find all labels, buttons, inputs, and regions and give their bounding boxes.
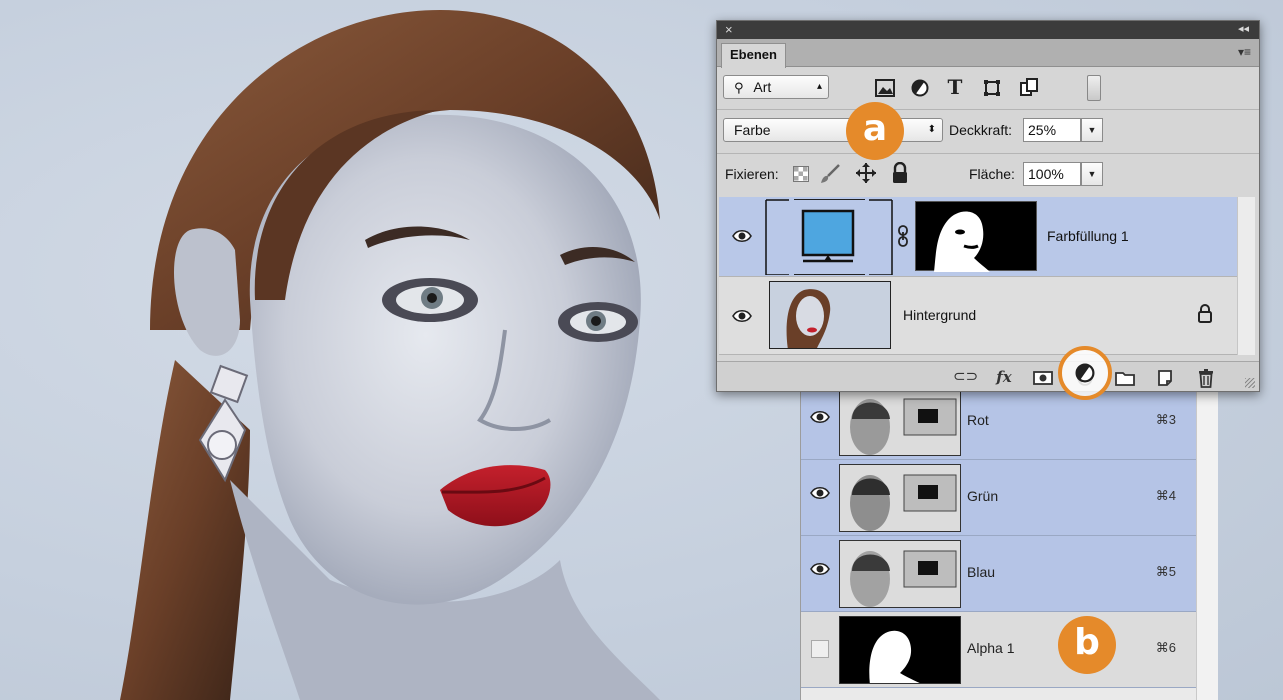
fill-input[interactable]: 100% <box>1023 162 1081 186</box>
callout-b: b <box>1058 616 1116 674</box>
channel-thumbnail <box>839 540 961 608</box>
layer-name[interactable]: Hintergrund <box>903 307 976 323</box>
eye-icon[interactable] <box>809 558 831 580</box>
new-adjustment-layer-icon-highlighted[interactable] <box>1075 363 1095 383</box>
channel-thumbnail <box>839 464 961 532</box>
visibility-checkbox[interactable] <box>811 640 829 658</box>
panel-menu-icon[interactable]: ▾≡ <box>1238 45 1251 59</box>
shape-filter-icon[interactable] <box>983 79 1001 97</box>
background-layer-thumbnail[interactable] <box>769 281 891 349</box>
search-icon: ⚲ <box>734 80 744 95</box>
updown-arrow-icon: ▴ <box>816 81 822 92</box>
filter-kind-value: Art <box>753 79 772 95</box>
divider <box>717 153 1259 154</box>
layers-list: Farbfüllung 1 Hintergrund <box>719 197 1255 355</box>
eye-icon[interactable] <box>809 406 831 428</box>
channel-name: Grün <box>967 488 999 504</box>
channel-thumbnail <box>839 388 961 456</box>
smart-object-filter-icon[interactable] <box>1019 77 1039 97</box>
opacity-label: Deckkraft: <box>949 122 1013 138</box>
channel-shortcut: ⌘6 <box>1155 640 1176 655</box>
tab-ebenen[interactable]: Ebenen <box>721 43 786 68</box>
mask-link-chain-icon[interactable] <box>897 225 909 247</box>
lock-all-icon[interactable] <box>891 162 909 184</box>
blend-mode-select[interactable]: Farbe ⬍ <box>723 118 943 142</box>
layers-panel: × ◂◂ Ebenen ▾≡ ⚲ Art ▴ T Farbe ⬍ Deckkra… <box>716 20 1260 392</box>
eye-icon[interactable] <box>731 305 753 327</box>
lock-label: Fixieren: <box>725 166 779 182</box>
panel-titlebar: × ◂◂ <box>717 21 1259 39</box>
channel-shortcut: ⌘4 <box>1155 488 1176 503</box>
close-icon[interactable]: × <box>725 22 733 37</box>
channel-thumbnail <box>839 616 961 684</box>
channel-name: Rot <box>967 412 989 428</box>
layer-row-hintergrund[interactable]: Hintergrund <box>719 277 1239 355</box>
channel-shortcut: ⌘3 <box>1155 412 1176 427</box>
layers-scrollbar[interactable] <box>1237 197 1255 355</box>
layer-name[interactable]: Farbfüllung 1 <box>1047 228 1129 244</box>
add-mask-icon[interactable] <box>1033 371 1053 385</box>
fill-layer-thumbnail[interactable] <box>765 199 893 275</box>
channel-row-rot[interactable]: Rot ⌘3 <box>801 384 1196 460</box>
resize-grip[interactable] <box>1245 378 1255 388</box>
fx-effects-icon[interactable]: fx <box>993 367 1015 387</box>
blend-mode-value: Farbe <box>734 122 771 138</box>
callout-a: a <box>846 102 904 160</box>
pixel-filter-icon[interactable] <box>875 79 895 97</box>
link-layers-icon[interactable]: ⊂⊃ <box>953 367 978 387</box>
delete-trash-icon[interactable] <box>1197 368 1215 388</box>
highlight-ring <box>1058 346 1112 400</box>
lock-icon <box>1198 304 1212 323</box>
channel-row-gruen[interactable]: Grün ⌘4 <box>801 460 1196 536</box>
new-layer-icon[interactable] <box>1157 369 1173 387</box>
opacity-dropdown-button[interactable]: ▼ <box>1081 118 1103 142</box>
channel-name: Alpha 1 <box>967 640 1015 656</box>
channel-name: Blau <box>967 564 996 580</box>
panel-footer: ⊂⊃ fx <box>717 361 1259 391</box>
channel-row-blau[interactable]: Blau ⌘5 <box>801 536 1196 612</box>
lock-position-move-icon[interactable] <box>855 162 877 184</box>
channel-shortcut: ⌘5 <box>1155 564 1176 579</box>
type-filter-icon[interactable]: T <box>945 75 965 99</box>
channels-scrollbar[interactable] <box>1196 384 1218 700</box>
lock-pixels-brush-icon[interactable] <box>819 163 841 185</box>
eye-icon[interactable] <box>809 482 831 504</box>
opacity-input[interactable]: 25% <box>1023 118 1081 142</box>
adjustment-filter-icon[interactable] <box>911 79 929 97</box>
filter-toggle-switch[interactable] <box>1087 75 1101 101</box>
layer-mask-thumbnail[interactable] <box>915 201 1037 272</box>
layer-row-farbfuellung[interactable]: Farbfüllung 1 <box>719 197 1239 277</box>
updown-arrow-icon: ⬍ <box>927 124 936 135</box>
tab-bar: Ebenen ▾≡ <box>717 39 1259 68</box>
filter-kind-select[interactable]: ⚲ Art ▴ <box>723 75 829 99</box>
channel-row-alpha[interactable]: Alpha 1 ⌘6 <box>801 612 1196 688</box>
fill-label: Fläche: <box>969 166 1015 182</box>
collapse-icon[interactable]: ◂◂ <box>1238 22 1249 35</box>
new-group-folder-icon[interactable] <box>1115 370 1135 386</box>
lock-transparency-icon[interactable] <box>793 166 809 182</box>
divider <box>717 109 1259 110</box>
fill-dropdown-button[interactable]: ▼ <box>1081 162 1103 186</box>
channels-panel: Rot ⌘3 Grün ⌘4 Blau ⌘5 Alpha 1 ⌘6 <box>800 384 1218 700</box>
eye-icon[interactable] <box>731 225 753 247</box>
